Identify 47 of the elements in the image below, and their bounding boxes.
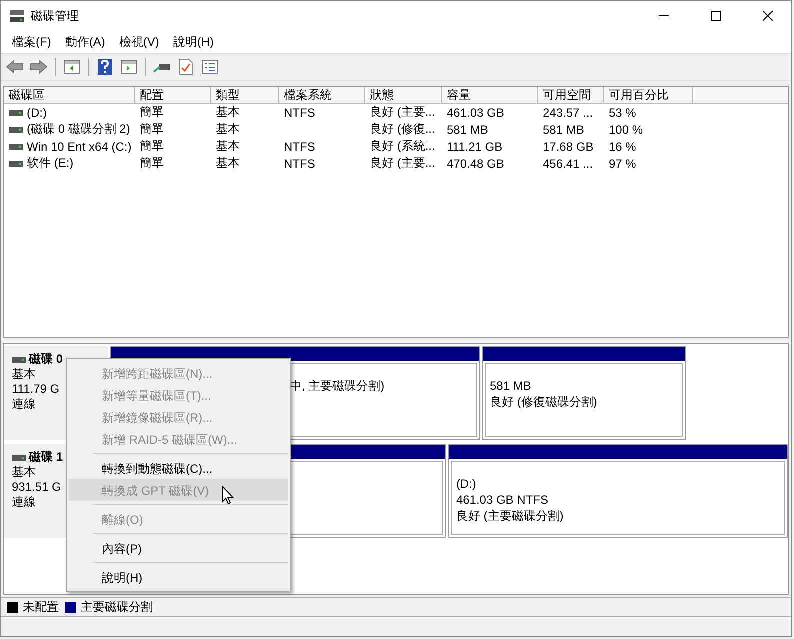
table-cell: 243.57 ... <box>543 106 594 120</box>
table-cell: 100 % <box>609 122 644 136</box>
window-title: 磁碟管理 <box>31 8 80 24</box>
table-cell: NTFS <box>284 106 316 120</box>
partition-text: 581 MB <box>490 378 532 394</box>
partition-text: 良好 (主要磁碟分割) <box>456 508 565 524</box>
disk-status: 連線 <box>12 495 37 510</box>
table-cell: 581 MB <box>543 122 584 136</box>
disk-type: 基本 <box>12 367 37 382</box>
disk-type: 基本 <box>12 465 37 480</box>
table-cell: 簡單 <box>140 138 164 155</box>
table-cell: 111.21 GB <box>447 140 503 154</box>
disk-size: 111.79 G <box>12 382 61 397</box>
table-cell: 良好 (主要... <box>370 155 436 172</box>
partition-text: 461.03 GB NTFS <box>456 492 550 508</box>
table-cell: 基本 <box>216 104 240 121</box>
table-cell: (D:) <box>27 106 47 120</box>
table-cell: NTFS <box>284 140 316 154</box>
table-cell: 基本 <box>216 138 240 155</box>
table-cell: 良好 (修復... <box>370 121 436 138</box>
table-cell: Win 10 Ent x64 (C:) <box>27 140 132 154</box>
table-cell: 良好 (主要... <box>370 104 436 121</box>
table-cell: NTFS <box>284 156 316 170</box>
partition-text: 良好 (修復磁碟分割) <box>490 394 598 410</box>
table-cell: 软件 (E:) <box>27 155 74 172</box>
table-cell: 基本 <box>216 155 240 172</box>
table-cell: 16 % <box>609 140 636 154</box>
table-cell: 基本 <box>216 121 240 138</box>
table-cell: 簡單 <box>140 155 164 172</box>
table-cell: 97 % <box>609 156 636 170</box>
table-cell: 456.41 ... <box>543 156 594 170</box>
disk-name: 磁碟 0 <box>29 352 64 367</box>
partition-text: (D:) <box>456 476 478 492</box>
legend-label: 未配置 <box>23 598 59 616</box>
legend-label: 主要磁碟分割 <box>81 598 153 616</box>
table-cell: 470.48 GB <box>447 156 504 170</box>
table-cell: (磁碟 0 磁碟分割 2) <box>27 121 130 138</box>
table-cell: 461.03 GB <box>447 106 504 120</box>
table-cell: 簡單 <box>140 104 164 121</box>
table-cell: 581 MB <box>447 122 488 136</box>
table-cell: 簡單 <box>140 121 164 138</box>
disk-size: 931.51 G <box>12 480 62 495</box>
disk-name: 磁碟 1 <box>29 450 64 465</box>
table-cell: 17.68 GB <box>543 140 594 154</box>
table-cell: 良好 (系統... <box>370 138 436 155</box>
table-cell: 53 % <box>609 106 636 120</box>
disk-status: 連線 <box>12 397 37 412</box>
